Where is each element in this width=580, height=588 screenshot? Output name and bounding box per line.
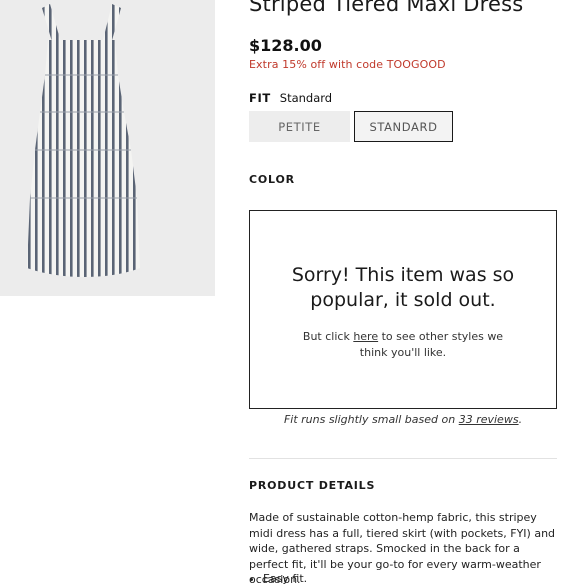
sold-out-panel: Sorry! This item was so popular, it sold… — [249, 210, 557, 409]
fit-selected-value: Standard — [279, 91, 333, 105]
product-title: Striped Tiered Maxi Dress — [249, 0, 524, 16]
fit-option-petite[interactable]: PETITE — [249, 111, 350, 142]
dress-image — [27, 4, 140, 277]
sold-out-suggestion: But click here to see other styles we th… — [250, 329, 556, 361]
fit-option-standard[interactable]: STANDARD — [354, 111, 453, 142]
color-label: COLOR — [249, 173, 295, 186]
sold-out-message: Sorry! This item was so popular, it sold… — [291, 264, 515, 311]
sold-out-sub-prefix: But click — [302, 330, 354, 343]
list-item: Easy fit. — [263, 571, 307, 586]
product-details-heading: PRODUCT DETAILS — [249, 479, 376, 492]
product-image-gallery[interactable] — [0, 0, 215, 296]
promo-text: Extra 15% off with code TOOGOOD — [249, 58, 446, 71]
fit-note-suffix: . — [518, 413, 523, 426]
fit-label-row: FIT Standard — [249, 91, 332, 105]
other-styles-link[interactable]: here — [353, 330, 378, 343]
fit-label: FIT — [249, 91, 271, 105]
reviews-link[interactable]: 33 reviews — [459, 413, 519, 426]
fit-note: Fit runs slightly small based on 33 revi… — [249, 413, 557, 426]
sold-out-sub-suffix: to see other styles we think you'll like… — [359, 330, 504, 359]
product-price: $128.00 — [249, 36, 322, 55]
product-details-list: Easy fit. — [249, 571, 307, 586]
fit-note-prefix: Fit runs slightly small based on — [283, 413, 459, 426]
section-divider — [249, 458, 557, 459]
